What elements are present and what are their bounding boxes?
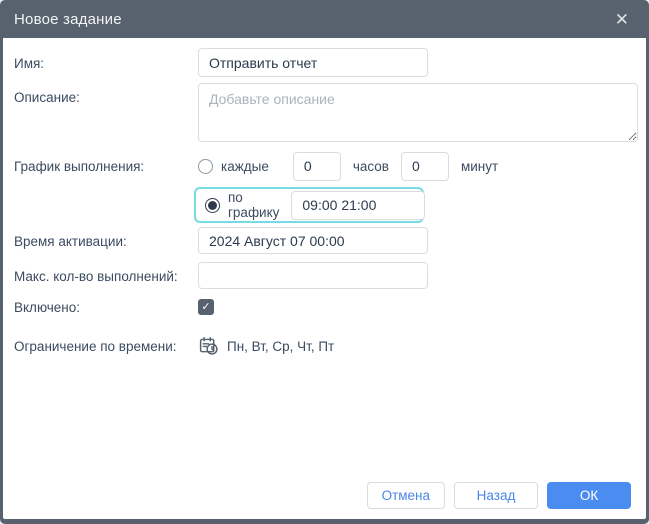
close-icon[interactable]: ✕	[611, 9, 633, 30]
description-row: Описание:	[14, 83, 638, 142]
max-executions-input[interactable]	[198, 262, 428, 289]
max-executions-row: Макс. кол-во выполнений:	[14, 262, 638, 289]
enabled-label: Включено:	[14, 300, 81, 315]
dialog-titlebar: Новое задание ✕	[0, 0, 649, 38]
schedule-row: График выполнения: каждые часов минут по…	[14, 151, 638, 223]
enabled-checkbox[interactable]: ✓	[198, 299, 214, 315]
schedule-time-input[interactable]	[291, 190, 426, 220]
calendar-clock-icon[interactable]	[198, 335, 219, 357]
activation-time-row: Время активации:	[14, 227, 638, 254]
name-row: Имя:	[14, 48, 638, 77]
radio-by-schedule-label: по графику	[228, 190, 280, 220]
dialog-body: Имя: Описание: График выполнения: каждые…	[3, 38, 646, 519]
new-task-dialog: Новое задание ✕ Имя: Описание: График вы…	[0, 0, 649, 524]
name-input[interactable]	[198, 48, 428, 77]
time-restriction-label: Ограничение по времени:	[14, 339, 177, 354]
cancel-button[interactable]: Отмена	[366, 482, 445, 509]
ok-button[interactable]: ОК	[547, 482, 631, 509]
radio-by-schedule[interactable]	[205, 197, 220, 213]
name-label: Имя:	[14, 55, 45, 71]
dialog-title: Новое задание	[14, 10, 122, 28]
description-textarea[interactable]	[198, 83, 638, 142]
back-button[interactable]: Назад	[454, 482, 538, 509]
enabled-row: Включено: ✓	[14, 299, 638, 315]
schedule-every-option: каждые часов минут	[198, 151, 510, 181]
time-restriction-value: Пн, Вт, Ср, Чт, Пт	[227, 338, 335, 354]
schedule-label: График выполнения:	[14, 159, 145, 174]
minutes-input[interactable]	[400, 151, 449, 181]
time-restriction-row: Ограничение по времени: Пн, Вт, Ср, Чт, …	[14, 335, 638, 357]
description-label: Описание:	[14, 90, 80, 105]
schedule-by-schedule-option: по графику	[194, 187, 426, 223]
max-executions-label: Макс. кол-во выполнений:	[14, 268, 178, 284]
hours-input[interactable]	[292, 151, 341, 181]
activation-time-label: Время активации:	[14, 233, 127, 249]
activation-time-input[interactable]	[198, 227, 428, 254]
minutes-unit-label: минут	[460, 158, 499, 174]
radio-every-label: каждые	[221, 158, 269, 174]
radio-every[interactable]	[198, 158, 213, 174]
dialog-footer: Отмена Назад ОК	[366, 482, 631, 509]
hours-unit-label: часов	[352, 158, 389, 174]
